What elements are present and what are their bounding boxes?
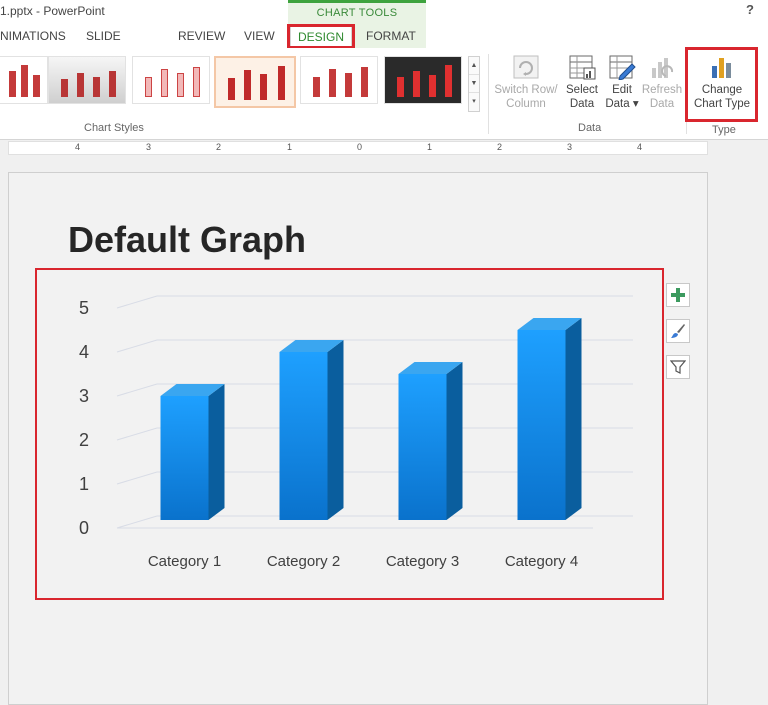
x-tick-label: Category 2 [267,553,340,570]
change-chart-type-label-2: Chart Type [693,98,751,110]
x-tick-label: Category 1 [148,553,221,570]
chart-style-4-selected[interactable] [214,56,296,108]
ruler-label: 1 [287,142,293,152]
chart-style-5[interactable] [300,56,378,104]
chart-styles-group-label: Chart Styles [84,122,144,134]
ruler-label: 2 [497,142,503,152]
select-data-icon [568,54,596,80]
horizontal-ruler: 4 3 2 1 0 1 2 3 4 [8,141,708,155]
bar-front [160,396,209,520]
select-data-button[interactable]: Select Data [560,54,604,111]
refresh-data-icon [648,54,676,80]
chart[interactable]: 0 1 2 3 4 5 Category 1 Category 2 Category 3 Cate… [37,270,662,598]
tab-animations[interactable]: NIMATIONS [0,24,66,48]
gridline-side [116,515,158,529]
chart-style-2[interactable] [48,56,126,104]
bar-side [327,340,344,520]
ruler-label: 1 [427,142,433,152]
help-button[interactable]: ? [746,2,754,17]
chart-tools-header: CHART TOOLS [288,0,426,24]
edit-data-label-1: Edit [612,84,632,96]
bar-front [517,330,566,520]
slide-title[interactable]: Default Graph [68,219,306,261]
chart-elements-button[interactable] [666,283,690,307]
bar-front [398,374,447,520]
gallery-down-icon[interactable]: ▼ [469,75,479,93]
chart-style-3[interactable] [132,56,210,104]
paintbrush-icon [671,324,685,338]
refresh-data-button[interactable]: Refresh Data [640,54,684,111]
y-tick-label: 2 [79,430,89,450]
plus-icon [671,288,685,302]
switch-row-column-button[interactable]: Switch Row/ Column [494,54,558,111]
ribbon: ▲ ▼ ▾ Chart Styles Switch Row/ Column Se… [0,47,768,140]
gridline-side [116,339,158,353]
y-tick-label: 3 [79,386,89,406]
window-title: 1.pptx - PowerPoint [0,4,105,18]
change-chart-type-label-1: Change [701,84,743,96]
y-tick-label: 0 [79,518,89,538]
gridline-side [116,471,158,485]
bar-side [446,362,463,520]
ruler-label: 3 [146,142,152,152]
tab-slide-show[interactable]: SLIDE SHOW [86,24,156,67]
refresh-data-label-2: Data [649,98,675,110]
y-tick-label: 4 [79,342,89,362]
switch-row-column-icon [512,54,540,80]
ruler-label: 2 [216,142,222,152]
x-tick-label: Category 3 [386,553,459,570]
chart-styles-button[interactable] [666,319,690,343]
ruler-label: 4 [637,142,643,152]
tab-design[interactable]: DESIGN [290,24,352,48]
bar-side [208,384,225,520]
gridline-side [116,383,158,397]
gallery-scroll: ▲ ▼ ▾ [468,56,480,112]
refresh-data-label-1: Refresh [641,84,683,96]
chart-filters-button[interactable] [666,355,690,379]
bar-front [279,352,328,520]
switch-row-column-label-1: Switch Row/ [494,84,558,96]
select-data-label-1: Select [566,84,598,96]
group-separator-2 [686,54,687,134]
edit-data-button[interactable]: Edit Data ▾ [600,54,644,111]
ruler-label: 0 [357,142,363,152]
chart-style-1[interactable] [0,56,48,104]
gallery-up-icon[interactable]: ▲ [469,57,479,75]
gridline-side [116,427,158,441]
tab-view[interactable]: VIEW [244,24,275,48]
change-chart-type-button[interactable]: Change Chart Type [690,54,754,111]
tab-format[interactable]: FORMAT [366,24,416,48]
bar-side [565,318,582,520]
x-tick-label: Category 4 [505,553,578,570]
filter-icon [670,360,686,374]
y-tick-label: 5 [79,298,89,318]
data-group-label: Data [578,122,602,134]
edit-data-label-2: Data ▾ [605,98,639,110]
tab-review[interactable]: REVIEW [178,24,225,48]
ribbon-tabs: NIMATIONS SLIDE SHOW REVIEW VIEW DESIGN … [0,24,768,67]
edit-data-icon [608,54,636,81]
change-chart-type-icon [708,54,736,80]
y-tick-label: 1 [79,474,89,494]
title-bar: 1.pptx - PowerPoint CHART TOOLS ? [0,0,768,24]
ruler-label: 4 [75,142,81,152]
type-group-label: Type [712,124,736,136]
chart-tools-label: CHART TOOLS [316,7,398,19]
gridline-side [116,295,158,309]
gallery-more-icon[interactable]: ▾ [469,93,479,111]
select-data-label-2: Data [569,98,595,110]
switch-row-column-label-2: Column [506,98,546,110]
chart-style-6[interactable] [384,56,462,104]
group-separator [488,54,489,134]
ruler-label: 3 [567,142,573,152]
